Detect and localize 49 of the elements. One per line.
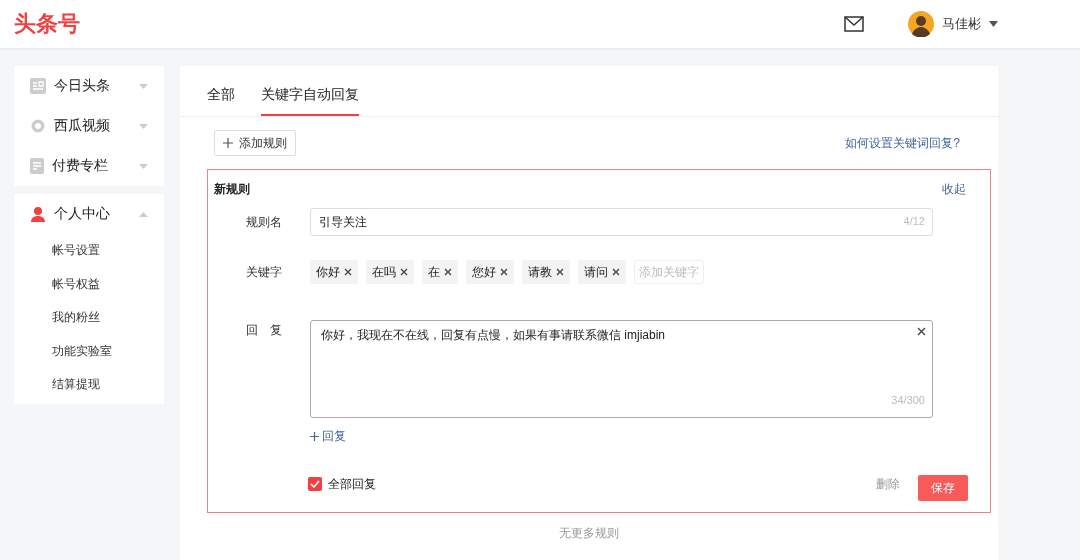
document-icon (30, 78, 46, 94)
close-icon[interactable] (612, 268, 620, 276)
close-icon[interactable] (444, 268, 452, 276)
field-label: 回 复 (245, 322, 283, 339)
keyword-text: 你好 (316, 263, 340, 281)
add-reply-link[interactable]: 回复 (310, 428, 346, 445)
field-label: 关键字 (245, 263, 283, 281)
plus-icon (223, 138, 233, 148)
keyword-text: 在吗 (372, 263, 396, 281)
sidebar-subitem[interactable]: 帐号权益 (52, 267, 100, 301)
add-rule-button[interactable]: 添加规则 (214, 130, 296, 156)
close-icon[interactable] (344, 268, 352, 276)
empty-note: 无更多规则 (559, 525, 619, 542)
plus-icon (310, 432, 319, 441)
sidebar-subitem[interactable]: 结算提现 (52, 368, 100, 402)
sidebar-subitem[interactable]: 我的粉丝 (52, 301, 100, 335)
avatar-icon[interactable] (908, 11, 934, 37)
field-label: 规则名 (245, 213, 283, 231)
person-icon (30, 206, 46, 222)
keyword-input[interactable]: 添加关键字 (634, 260, 704, 284)
char-count: 4/12 (903, 215, 925, 227)
keyword-text: 请教 (528, 263, 552, 281)
sidebar-subitem[interactable]: 帐号设置 (52, 234, 100, 268)
tab[interactable]: 关键字自动回复 (261, 86, 359, 116)
rule-title: 新规则 (214, 180, 250, 198)
tab[interactable]: 全部 (207, 86, 235, 116)
sidebar-item[interactable]: 个人中心 (54, 205, 131, 223)
sidebar-item[interactable]: 今日头条 (54, 77, 131, 95)
logo[interactable]: 头条号 (14, 9, 80, 39)
close-icon[interactable] (556, 268, 564, 276)
caret-icon[interactable] (989, 21, 998, 27)
sidebar-item[interactable]: 付费专栏 (52, 157, 131, 175)
document-icon (30, 158, 44, 174)
help-link[interactable]: 如何设置关键词回复? (845, 134, 960, 152)
sidebar-subitem[interactable]: 功能实验室 (52, 334, 112, 368)
circle-icon (30, 118, 46, 134)
keyword-text: 在 (428, 263, 440, 281)
keyword-text: 您好 (472, 263, 496, 281)
collapse-link[interactable]: 收起 (942, 180, 966, 198)
sidebar-item[interactable]: 西瓜视频 (54, 117, 131, 135)
close-icon[interactable] (400, 268, 408, 276)
clear-icon[interactable] (917, 327, 926, 336)
user-name[interactable]: 马佳彬 (942, 15, 981, 33)
char-count: 34/300 (891, 394, 925, 406)
checkbox-label[interactable]: 全部回复 (328, 475, 376, 493)
close-icon[interactable] (500, 268, 508, 276)
keyword-text: 请问 (584, 263, 608, 281)
mail-icon[interactable] (844, 16, 864, 32)
checkbox[interactable] (308, 477, 322, 491)
